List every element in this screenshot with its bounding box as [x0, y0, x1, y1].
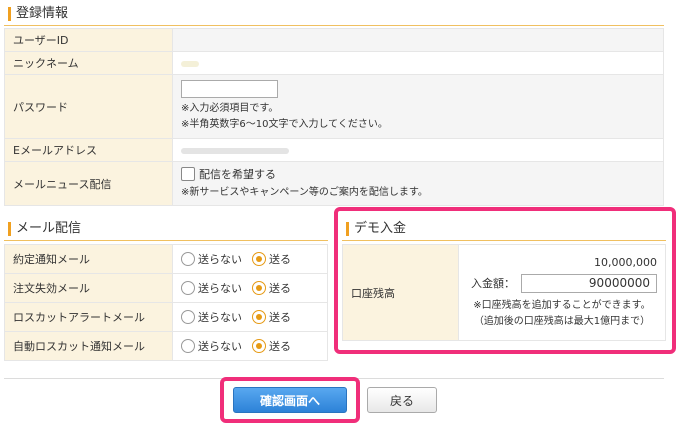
news-checkbox-label[interactable]: 配信を希望する	[199, 166, 276, 182]
radio-on[interactable]	[252, 281, 266, 295]
news-label: メールニュース配信	[4, 161, 173, 206]
balance-label: 口座残高	[342, 244, 459, 341]
radio-on[interactable]	[252, 339, 266, 353]
nickname-value	[172, 51, 664, 75]
password-input[interactable]	[181, 80, 278, 98]
mail-row-label: 注文失効メール	[4, 273, 173, 303]
mail-heading: メール配信	[4, 219, 328, 241]
registration-heading: 登録情報	[4, 4, 664, 26]
demo-note-add: ※口座残高を追加することができます。	[473, 299, 651, 311]
radio-on[interactable]	[252, 310, 266, 324]
mail-row-label: ロスカットアラートメール	[4, 302, 173, 332]
mail-row-label: 約定通知メール	[4, 244, 173, 274]
mail-table: 約定通知メール 送らない 送る 注文失効メール 送らない 送る ロスカットアラー…	[4, 244, 328, 361]
confirm-button[interactable]: 確認画面へ	[233, 387, 347, 413]
radio-on[interactable]	[252, 252, 266, 266]
nickname-label: ニックネーム	[4, 51, 173, 75]
email-label: Eメールアドレス	[4, 138, 173, 162]
user-id-value	[172, 28, 664, 52]
mail-row-label: 自動ロスカット通知メール	[4, 331, 173, 361]
deposit-input[interactable]: 90000000	[521, 273, 657, 293]
mail-row: 約定通知メール 送らない 送る	[4, 244, 328, 274]
radio-off[interactable]	[181, 339, 195, 353]
email-value	[172, 138, 664, 162]
mail-row: 自動ロスカット通知メール 送らない 送る	[4, 331, 328, 361]
radio-off[interactable]	[181, 281, 195, 295]
mail-row: 注文失効メール 送らない 送る	[4, 273, 328, 303]
registration-table: ユーザーID ニックネーム パスワード ※入力必須項目です。 ※半角英数字6〜1…	[4, 28, 664, 206]
radio-off[interactable]	[181, 252, 195, 266]
current-balance: 10,000,000	[594, 255, 657, 269]
mail-row: ロスカットアラートメール 送らない 送る	[4, 302, 328, 332]
user-id-label: ユーザーID	[4, 28, 173, 52]
password-note-format: ※半角英数字6〜10文字で入力してください。	[181, 119, 388, 130]
news-checkbox[interactable]	[181, 167, 195, 181]
back-button[interactable]: 戻る	[367, 387, 437, 413]
password-label: パスワード	[4, 74, 173, 139]
news-note: ※新サービスやキャンペーン等のご案内を配信します。	[181, 187, 428, 198]
demo-heading: デモ入金	[342, 219, 666, 241]
deposit-label: 入金額：	[471, 277, 515, 290]
password-note-required: ※入力必須項目です。	[181, 103, 279, 114]
demo-table: 口座残高 10,000,000 入金額： 90000000 ※口座残高を追加する…	[342, 244, 666, 341]
radio-off[interactable]	[181, 310, 195, 324]
demo-note-limit: （追加後の口座残高は最大1億円まで）	[473, 315, 651, 327]
